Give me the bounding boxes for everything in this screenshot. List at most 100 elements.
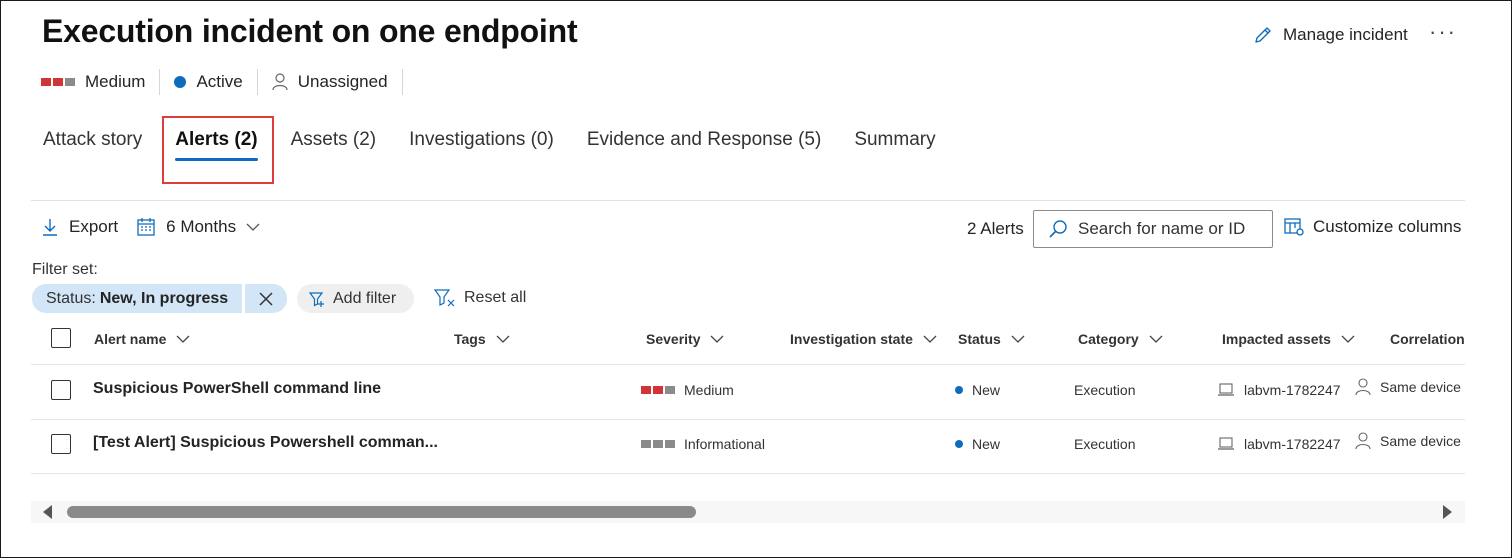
col-header-status[interactable]: Status bbox=[958, 331, 1025, 347]
tab-assets-label: Assets (2) bbox=[290, 129, 377, 150]
asset-name: labvm-1782247 bbox=[1244, 382, 1341, 398]
chevron-down-icon bbox=[1341, 335, 1355, 343]
time-range-dropdown[interactable]: 6 Months bbox=[136, 217, 260, 237]
col-header-status-label: Status bbox=[958, 331, 1001, 347]
filter-set-label: Filter set: bbox=[32, 261, 98, 278]
scroll-left-arrow-icon[interactable] bbox=[43, 505, 52, 519]
impacted-asset-cell[interactable]: labvm-1782247 bbox=[1217, 382, 1341, 398]
page-title: Execution incident on one endpoint bbox=[42, 13, 578, 49]
col-header-tags-label: Tags bbox=[454, 331, 486, 347]
manage-incident-label: Manage incident bbox=[1283, 25, 1408, 44]
tab-assets[interactable]: Assets (2) bbox=[291, 129, 377, 161]
calendar-icon bbox=[137, 218, 155, 236]
scroll-right-arrow-icon[interactable] bbox=[1443, 505, 1452, 519]
section-divider bbox=[31, 200, 1465, 201]
chevron-down-icon bbox=[1149, 335, 1163, 343]
row-divider bbox=[31, 364, 1465, 365]
col-header-tags[interactable]: Tags bbox=[454, 331, 510, 347]
col-header-impacted-assets-label: Impacted assets bbox=[1222, 331, 1331, 347]
col-header-alert-name[interactable]: Alert name bbox=[94, 331, 190, 347]
impacted-asset-cell[interactable]: labvm-1782247 bbox=[1217, 436, 1341, 452]
status-filter-chip-label[interactable]: Status: New, In progress bbox=[32, 284, 243, 313]
chip-key: Status: bbox=[46, 289, 96, 307]
laptop-icon bbox=[1218, 437, 1234, 450]
chevron-down-icon bbox=[1011, 335, 1025, 343]
tab-summary-label: Summary bbox=[854, 129, 936, 150]
col-header-category[interactable]: Category bbox=[1078, 331, 1163, 347]
scrollbar-thumb[interactable] bbox=[67, 506, 696, 518]
severity-value: Informational bbox=[684, 436, 765, 452]
asset-name: labvm-1782247 bbox=[1244, 436, 1341, 452]
person-icon bbox=[272, 73, 288, 91]
search-icon bbox=[1049, 220, 1067, 238]
correlation-value: Same device bbox=[1380, 379, 1461, 395]
chevron-down-icon bbox=[246, 223, 260, 231]
select-all-checkbox[interactable] bbox=[51, 328, 71, 348]
close-icon bbox=[259, 291, 273, 306]
export-label: Export bbox=[69, 217, 119, 236]
col-header-investigation-state-label: Investigation state bbox=[790, 331, 913, 347]
chevron-down-icon bbox=[923, 335, 937, 343]
export-button[interactable]: Export bbox=[41, 217, 118, 237]
col-header-impacted-assets[interactable]: Impacted assets bbox=[1222, 331, 1355, 347]
chip-value: New, In progress bbox=[99, 289, 229, 307]
severity-bars-icon bbox=[641, 386, 675, 394]
tab-evidence-and-response[interactable]: Evidence and Response (5) bbox=[587, 129, 821, 161]
status-filter-chip[interactable]: Status: New, In progress bbox=[32, 284, 288, 313]
customize-columns-label: Customize columns bbox=[1313, 217, 1462, 236]
add-filter-label: Add filter bbox=[333, 289, 397, 307]
add-filter-button[interactable]: Add filter bbox=[297, 284, 415, 313]
checkbox-box bbox=[51, 380, 71, 400]
col-header-severity[interactable]: Severity bbox=[646, 331, 724, 347]
laptop-icon bbox=[1218, 383, 1234, 396]
col-header-category-label: Category bbox=[1078, 331, 1139, 347]
time-range-label: 6 Months bbox=[166, 217, 237, 236]
alerts-toolbar: Export 6 Months bbox=[41, 217, 278, 237]
status-cell: New bbox=[955, 436, 1000, 452]
status-value: New bbox=[972, 436, 1001, 452]
incident-page: Execution incident on one endpoint Manag… bbox=[0, 0, 1512, 558]
severity-indicator: Medium bbox=[41, 69, 161, 95]
col-header-severity-label: Severity bbox=[646, 331, 701, 347]
col-header-investigation-state[interactable]: Investigation state bbox=[790, 331, 937, 347]
category-cell: Execution bbox=[1074, 382, 1136, 398]
tab-attack-story[interactable]: Attack story bbox=[43, 129, 142, 161]
tab-investigations[interactable]: Investigations (0) bbox=[409, 129, 554, 161]
correlation-cell: Same device bbox=[1355, 432, 1461, 450]
status-dot-icon bbox=[955, 440, 963, 448]
person-icon bbox=[1355, 378, 1371, 396]
pencil-icon bbox=[1255, 27, 1271, 43]
tab-summary[interactable]: Summary bbox=[854, 129, 935, 161]
col-header-correlation[interactable]: Correlation bbox=[1390, 331, 1465, 347]
columns-settings-icon bbox=[1284, 218, 1304, 236]
severity-bars-icon bbox=[41, 78, 75, 86]
chevron-down-icon bbox=[711, 335, 724, 343]
status-label: Active bbox=[196, 72, 243, 91]
tab-investigations-label: Investigations (0) bbox=[409, 129, 554, 150]
correlation-value: Same device bbox=[1380, 433, 1461, 449]
alerts-tab-highlight-box bbox=[162, 116, 274, 184]
filter-reset-icon bbox=[434, 289, 455, 307]
alert-count: 2 Alerts bbox=[967, 219, 1024, 238]
assignee-indicator: Unassigned bbox=[272, 69, 403, 95]
status-dot-icon bbox=[955, 386, 963, 394]
tab-attack-story-label: Attack story bbox=[43, 129, 143, 150]
person-icon bbox=[1355, 432, 1371, 450]
customize-columns-button[interactable]: Customize columns bbox=[1283, 217, 1461, 237]
remove-filter-button[interactable] bbox=[245, 284, 288, 313]
row-checkbox[interactable] bbox=[51, 434, 71, 454]
alert-name-link[interactable]: Suspicious PowerShell command line bbox=[93, 380, 381, 398]
checkbox-box bbox=[51, 328, 71, 348]
incident-status-bar: Medium Active Unassigned bbox=[41, 69, 417, 95]
row-checkbox[interactable] bbox=[51, 380, 71, 400]
status-cell: New bbox=[955, 382, 1000, 398]
severity-label: Medium bbox=[85, 72, 146, 91]
search-input[interactable]: Search for name or ID bbox=[1033, 210, 1273, 248]
search-placeholder: Search for name or ID bbox=[1078, 219, 1246, 238]
reset-all-button[interactable]: Reset all bbox=[434, 288, 526, 308]
manage-incident-button[interactable]: Manage incident bbox=[1253, 25, 1408, 45]
more-options-icon[interactable]: ··· bbox=[1429, 19, 1457, 45]
col-header-alert-name-label: Alert name bbox=[94, 331, 167, 347]
status-dot-icon bbox=[174, 76, 187, 88]
alert-name-link[interactable]: [Test Alert] Suspicious Powershell comma… bbox=[93, 434, 438, 452]
